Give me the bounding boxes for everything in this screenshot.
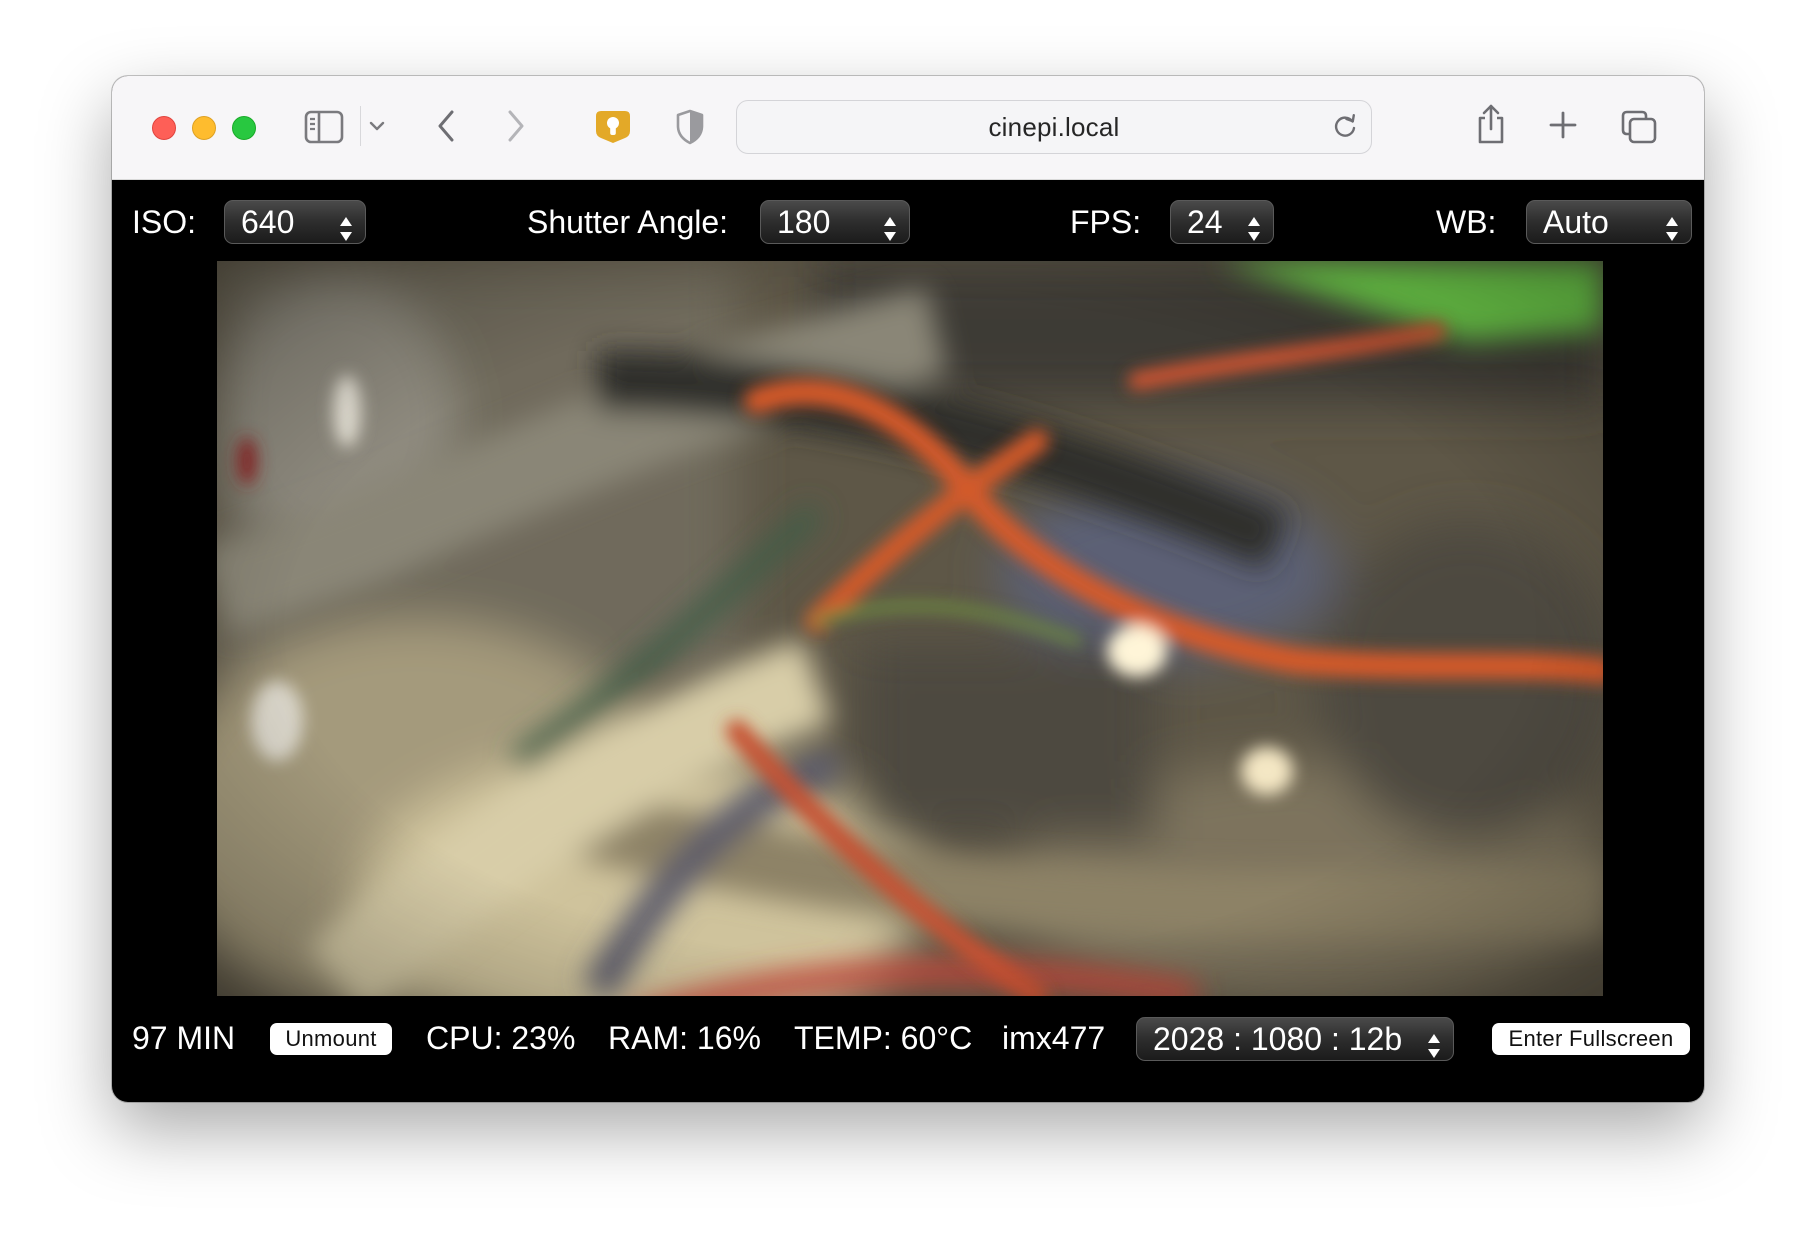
cpu-usage: CPU: 23% <box>426 1020 576 1056</box>
tabs-overview-icon[interactable] <box>1620 108 1658 146</box>
unmount-button[interactable]: Unmount <box>270 1023 392 1055</box>
share-icon[interactable] <box>1474 102 1508 146</box>
close-window-button[interactable] <box>152 116 176 140</box>
shutter-angle-label: Shutter Angle: <box>527 204 729 240</box>
reload-icon[interactable] <box>1331 113 1359 141</box>
maximize-window-button[interactable] <box>232 116 256 140</box>
toolbar-divider <box>360 106 361 146</box>
sidebar-icon[interactable] <box>304 109 344 145</box>
fps-select[interactable]: 24 <box>1170 200 1274 244</box>
wb-label: WB: <box>1436 204 1497 240</box>
select-arrows-icon <box>883 210 897 241</box>
chevron-down-icon[interactable] <box>367 116 387 136</box>
camera-preview-image <box>217 261 1603 996</box>
browser-window: cinepi.local ISO: 640 Shutter Angle: 180… <box>112 76 1704 1102</box>
camera-preview[interactable] <box>217 261 1603 996</box>
browser-toolbar: cinepi.local <box>112 76 1704 180</box>
iso-value: 640 <box>241 204 295 240</box>
shutter-angle-select[interactable]: 180 <box>760 200 910 244</box>
sensor-mode-select[interactable]: 2028 : 1080 : 12b <box>1136 1017 1454 1061</box>
shield-icon[interactable] <box>674 108 706 146</box>
select-arrows-icon <box>1665 210 1679 241</box>
select-arrows-icon <box>1427 1027 1441 1058</box>
temperature: TEMP: 60°C <box>794 1020 973 1056</box>
fps-value: 24 <box>1187 204 1223 240</box>
wb-select[interactable]: Auto <box>1526 200 1692 244</box>
forward-arrow-icon[interactable] <box>504 106 528 146</box>
back-arrow-icon[interactable] <box>434 106 458 146</box>
recording-time-remaining: 97 MIN <box>132 1020 236 1056</box>
keyhole-icon[interactable] <box>594 108 632 146</box>
iso-label: ISO: <box>132 204 197 240</box>
plus-icon[interactable] <box>1548 110 1578 140</box>
url-text[interactable]: cinepi.local <box>737 101 1371 153</box>
wb-value: Auto <box>1543 204 1609 240</box>
sensor-name: imx477 <box>1002 1020 1106 1056</box>
address-bar[interactable]: cinepi.local <box>736 100 1372 154</box>
select-arrows-icon <box>339 210 353 241</box>
minimize-window-button[interactable] <box>192 116 216 140</box>
fps-label: FPS: <box>1070 204 1142 240</box>
shutter-angle-value: 180 <box>777 204 831 240</box>
enter-fullscreen-button[interactable]: Enter Fullscreen <box>1492 1023 1690 1055</box>
sensor-mode-value: 2028 : 1080 : 12b <box>1153 1021 1403 1057</box>
iso-select[interactable]: 640 <box>224 200 366 244</box>
ram-usage: RAM: 16% <box>608 1020 761 1056</box>
select-arrows-icon <box>1247 210 1261 241</box>
